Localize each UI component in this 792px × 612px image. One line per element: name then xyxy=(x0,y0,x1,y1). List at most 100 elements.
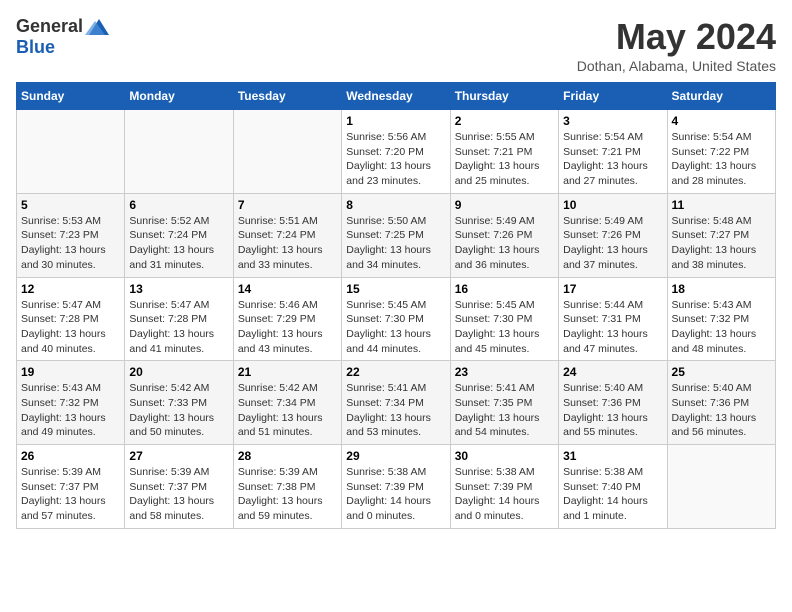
day-info: Sunrise: 5:54 AMSunset: 7:22 PMDaylight:… xyxy=(672,130,771,189)
logo-icon xyxy=(85,17,109,37)
table-row xyxy=(667,445,775,529)
day-info: Sunrise: 5:41 AMSunset: 7:34 PMDaylight:… xyxy=(346,381,445,440)
day-number: 2 xyxy=(455,114,554,128)
table-row: 5 Sunrise: 5:53 AMSunset: 7:23 PMDaylight… xyxy=(17,193,125,277)
logo-general: General xyxy=(16,16,83,37)
day-number: 26 xyxy=(21,449,120,463)
day-info: Sunrise: 5:39 AMSunset: 7:37 PMDaylight:… xyxy=(21,465,120,524)
day-number: 20 xyxy=(129,365,228,379)
table-row: 30 Sunrise: 5:38 AMSunset: 7:39 PMDayligh… xyxy=(450,445,558,529)
table-row: 8 Sunrise: 5:50 AMSunset: 7:25 PMDaylight… xyxy=(342,193,450,277)
day-info: Sunrise: 5:52 AMSunset: 7:24 PMDaylight:… xyxy=(129,214,228,273)
location: Dothan, Alabama, United States xyxy=(577,58,776,74)
day-number: 9 xyxy=(455,198,554,212)
table-row: 27Sunrise: 5:39 AMSunset: 7:37 PMDayligh… xyxy=(125,445,233,529)
calendar-header-row: Sunday Monday Tuesday Wednesday Thursday… xyxy=(17,83,776,110)
table-row: 3Sunrise: 5:54 AMSunset: 7:21 PMDaylight… xyxy=(559,110,667,194)
day-info: Sunrise: 5:45 AMSunset: 7:30 PMDaylight:… xyxy=(346,298,445,357)
table-row: 9 Sunrise: 5:49 AMSunset: 7:26 PMDaylight… xyxy=(450,193,558,277)
day-number: 6 xyxy=(129,198,228,212)
day-number: 13 xyxy=(129,282,228,296)
day-info: Sunrise: 5:44 AMSunset: 7:31 PMDaylight:… xyxy=(563,298,662,357)
logo: General Blue xyxy=(16,16,109,58)
day-number: 12 xyxy=(21,282,120,296)
page-header: General Blue May 2024 Dothan, Alabama, U… xyxy=(16,16,776,74)
day-info: Sunrise: 5:47 AMSunset: 7:28 PMDaylight:… xyxy=(129,298,228,357)
day-number: 24 xyxy=(563,365,662,379)
calendar-week-row: 19 Sunrise: 5:43 AMSunset: 7:32 PMDayligh… xyxy=(17,361,776,445)
table-row: 15Sunrise: 5:45 AMSunset: 7:30 PMDayligh… xyxy=(342,277,450,361)
day-info: Sunrise: 5:55 AMSunset: 7:21 PMDaylight:… xyxy=(455,130,554,189)
table-row: 28 Sunrise: 5:39 AMSunset: 7:38 PMDayligh… xyxy=(233,445,341,529)
table-row: 14Sunrise: 5:46 AMSunset: 7:29 PMDayligh… xyxy=(233,277,341,361)
table-row xyxy=(125,110,233,194)
table-row: 20 Sunrise: 5:42 AMSunset: 7:33 PMDayligh… xyxy=(125,361,233,445)
table-row: 17Sunrise: 5:44 AMSunset: 7:31 PMDayligh… xyxy=(559,277,667,361)
day-number: 16 xyxy=(455,282,554,296)
day-info: Sunrise: 5:45 AMSunset: 7:30 PMDaylight:… xyxy=(455,298,554,357)
day-info: Sunrise: 5:51 AMSunset: 7:24 PMDaylight:… xyxy=(238,214,337,273)
day-number: 22 xyxy=(346,365,445,379)
table-row: 25 Sunrise: 5:40 AMSunset: 7:36 PMDayligh… xyxy=(667,361,775,445)
day-info: Sunrise: 5:56 AMSunset: 7:20 PMDaylight:… xyxy=(346,130,445,189)
day-number: 10 xyxy=(563,198,662,212)
day-info: Sunrise: 5:40 AMSunset: 7:36 PMDaylight:… xyxy=(563,381,662,440)
table-row: 26 Sunrise: 5:39 AMSunset: 7:37 PMDayligh… xyxy=(17,445,125,529)
day-info: Sunrise: 5:39 AMSunset: 7:38 PMDaylight:… xyxy=(238,465,337,524)
day-info: Sunrise: 5:38 AMSunset: 7:40 PMDaylight:… xyxy=(563,465,662,524)
day-info: Sunrise: 5:38 AMSunset: 7:39 PMDaylight:… xyxy=(346,465,445,524)
table-row: 7Sunrise: 5:51 AMSunset: 7:24 PMDaylight… xyxy=(233,193,341,277)
day-info: Sunrise: 5:53 AMSunset: 7:23 PMDaylight:… xyxy=(21,214,120,273)
header-thursday: Thursday xyxy=(450,83,558,110)
day-number: 8 xyxy=(346,198,445,212)
calendar-week-row: 26 Sunrise: 5:39 AMSunset: 7:37 PMDayligh… xyxy=(17,445,776,529)
month-title: May 2024 xyxy=(577,16,776,58)
day-info: Sunrise: 5:43 AMSunset: 7:32 PMDaylight:… xyxy=(672,298,771,357)
day-number: 29 xyxy=(346,449,445,463)
table-row: 13 Sunrise: 5:47 AMSunset: 7:28 PMDayligh… xyxy=(125,277,233,361)
day-info: Sunrise: 5:50 AMSunset: 7:25 PMDaylight:… xyxy=(346,214,445,273)
table-row: 22 Sunrise: 5:41 AMSunset: 7:34 PMDayligh… xyxy=(342,361,450,445)
day-info: Sunrise: 5:40 AMSunset: 7:36 PMDaylight:… xyxy=(672,381,771,440)
day-info: Sunrise: 5:42 AMSunset: 7:33 PMDaylight:… xyxy=(129,381,228,440)
day-number: 28 xyxy=(238,449,337,463)
day-number: 30 xyxy=(455,449,554,463)
table-row: 6 Sunrise: 5:52 AMSunset: 7:24 PMDaylight… xyxy=(125,193,233,277)
table-row: 29 Sunrise: 5:38 AMSunset: 7:39 PMDayligh… xyxy=(342,445,450,529)
table-row: 16 Sunrise: 5:45 AMSunset: 7:30 PMDayligh… xyxy=(450,277,558,361)
table-row: 11 Sunrise: 5:48 AMSunset: 7:27 PMDayligh… xyxy=(667,193,775,277)
day-number: 19 xyxy=(21,365,120,379)
table-row: 18Sunrise: 5:43 AMSunset: 7:32 PMDayligh… xyxy=(667,277,775,361)
day-number: 11 xyxy=(672,198,771,212)
day-number: 4 xyxy=(672,114,771,128)
table-row: 21Sunrise: 5:42 AMSunset: 7:34 PMDayligh… xyxy=(233,361,341,445)
day-info: Sunrise: 5:39 AMSunset: 7:37 PMDaylight:… xyxy=(129,465,228,524)
table-row: 2 Sunrise: 5:55 AMSunset: 7:21 PMDaylight… xyxy=(450,110,558,194)
logo-blue: Blue xyxy=(16,37,55,58)
day-info: Sunrise: 5:47 AMSunset: 7:28 PMDaylight:… xyxy=(21,298,120,357)
table-row: 19 Sunrise: 5:43 AMSunset: 7:32 PMDayligh… xyxy=(17,361,125,445)
day-number: 23 xyxy=(455,365,554,379)
title-section: May 2024 Dothan, Alabama, United States xyxy=(577,16,776,74)
header-sunday: Sunday xyxy=(17,83,125,110)
calendar-table: Sunday Monday Tuesday Wednesday Thursday… xyxy=(16,82,776,529)
table-row xyxy=(233,110,341,194)
day-number: 1 xyxy=(346,114,445,128)
day-info: Sunrise: 5:54 AMSunset: 7:21 PMDaylight:… xyxy=(563,130,662,189)
day-info: Sunrise: 5:43 AMSunset: 7:32 PMDaylight:… xyxy=(21,381,120,440)
table-row: 31 Sunrise: 5:38 AMSunset: 7:40 PMDayligh… xyxy=(559,445,667,529)
calendar-week-row: 1 Sunrise: 5:56 AMSunset: 7:20 PMDaylight… xyxy=(17,110,776,194)
day-info: Sunrise: 5:46 AMSunset: 7:29 PMDaylight:… xyxy=(238,298,337,357)
day-info: Sunrise: 5:42 AMSunset: 7:34 PMDaylight:… xyxy=(238,381,337,440)
day-info: Sunrise: 5:48 AMSunset: 7:27 PMDaylight:… xyxy=(672,214,771,273)
header-wednesday: Wednesday xyxy=(342,83,450,110)
calendar-week-row: 5 Sunrise: 5:53 AMSunset: 7:23 PMDaylight… xyxy=(17,193,776,277)
table-row: 24 Sunrise: 5:40 AMSunset: 7:36 PMDayligh… xyxy=(559,361,667,445)
day-number: 5 xyxy=(21,198,120,212)
day-number: 31 xyxy=(563,449,662,463)
day-info: Sunrise: 5:49 AMSunset: 7:26 PMDaylight:… xyxy=(455,214,554,273)
header-friday: Friday xyxy=(559,83,667,110)
day-info: Sunrise: 5:38 AMSunset: 7:39 PMDaylight:… xyxy=(455,465,554,524)
day-number: 25 xyxy=(672,365,771,379)
header-monday: Monday xyxy=(125,83,233,110)
